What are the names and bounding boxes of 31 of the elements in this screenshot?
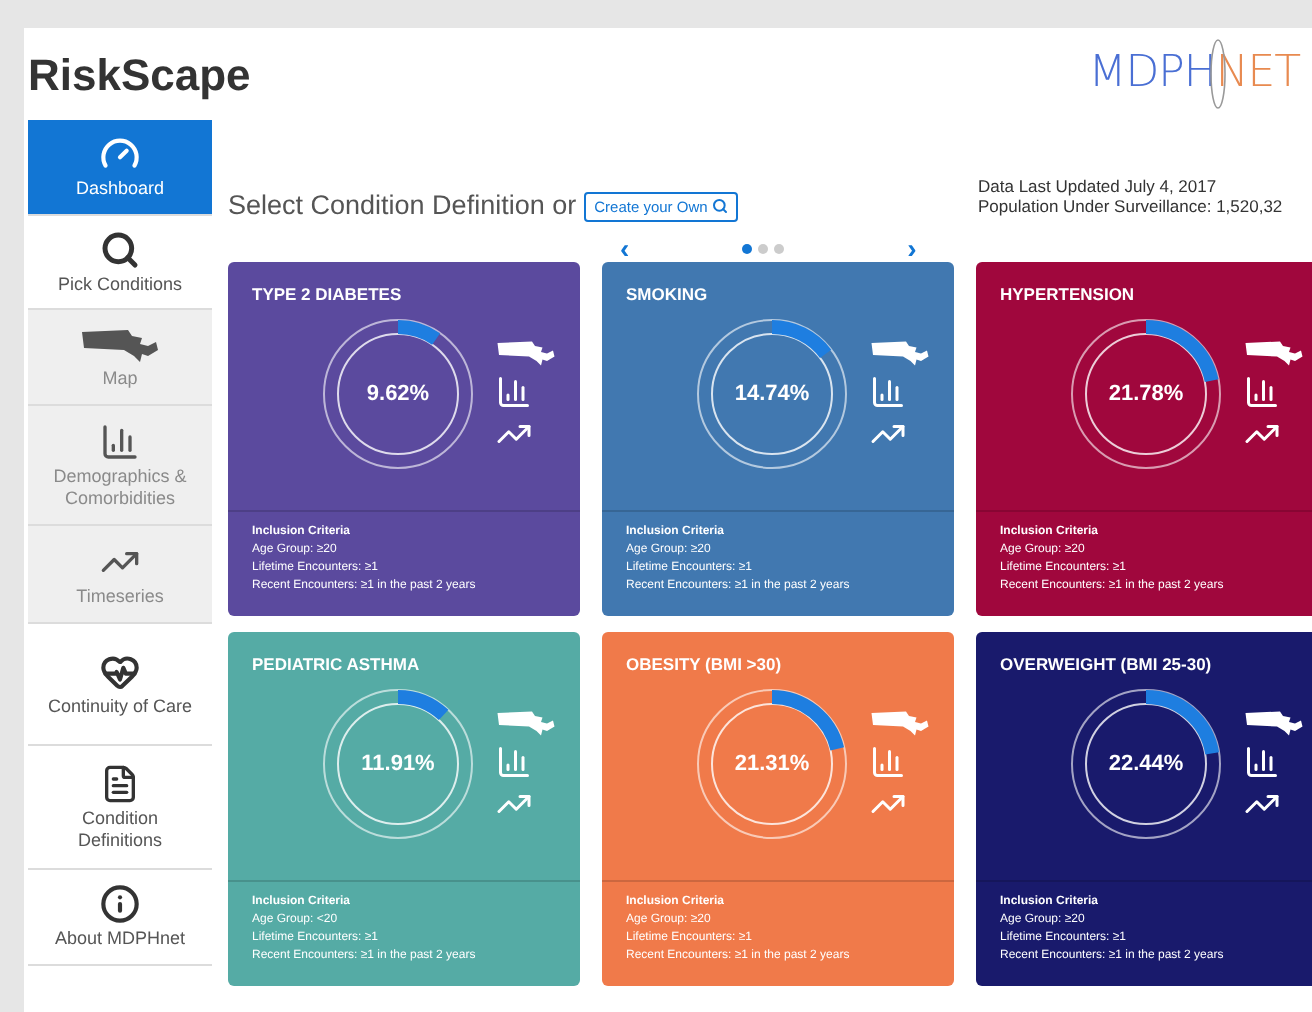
prompt-text: Select Condition Definition or — [228, 188, 577, 224]
app-title: RiskScape — [28, 47, 251, 104]
sidebar-item[interactable]: Dashboard — [28, 120, 212, 216]
data-info-text: Population Under Surveillance: 1,520,32 — [978, 196, 1283, 216]
bar-chart-icon[interactable] — [1244, 743, 1280, 780]
percent-value: 9.62% — [366, 379, 430, 409]
percent-value: 21.31% — [734, 749, 810, 779]
document-icon — [100, 763, 140, 803]
percent-value: 11.91% — [361, 749, 435, 779]
percent-value: 21.78% — [1108, 379, 1184, 409]
previous-button[interactable]: ‹ — [620, 234, 630, 263]
bar-chart-icon — [100, 421, 140, 461]
logo: MDPH NET — [1088, 38, 1300, 110]
bar-chart-icon[interactable] — [1244, 373, 1280, 410]
percent-value: 22.44% — [1108, 749, 1184, 779]
card-title: SMOKING — [626, 282, 710, 308]
card-title: OVERWEIGHT (BMI 25-30) — [1000, 652, 1214, 678]
gauge-icon — [100, 134, 140, 174]
card-title: PEDIATRIC ASTHMA — [252, 652, 422, 678]
card-title: OBESITY (BMI >30) — [626, 652, 784, 678]
percent-value: 14.74% — [734, 379, 810, 409]
next-button[interactable]: › — [907, 234, 917, 263]
card-title: TYPE 2 DIABETES — [252, 282, 404, 308]
bar-chart-icon[interactable] — [496, 373, 532, 410]
card-title: HYPERTENSION — [1000, 282, 1137, 308]
heart-pulse-icon — [100, 651, 140, 691]
data-info-text: Data Last Updated July 4, 2017 — [978, 176, 1219, 196]
state-map-icon — [80, 324, 160, 364]
search-icon — [100, 229, 140, 269]
info-icon — [100, 884, 140, 924]
search-icon — [711, 198, 728, 215]
